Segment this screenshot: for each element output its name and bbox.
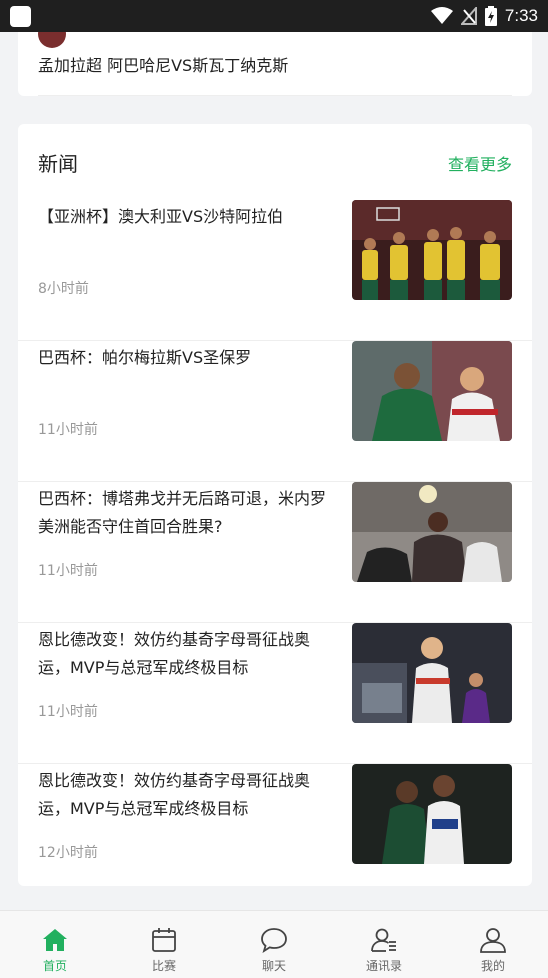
- divider: [38, 95, 512, 96]
- news-time: 11小时前: [38, 422, 98, 438]
- news-time: 12小时前: [38, 845, 98, 861]
- tab-label: 我的: [480, 959, 505, 973]
- contacts-icon: [371, 928, 396, 952]
- chat-icon: [261, 928, 287, 953]
- news-headline[interactable]: 【亚洲杯】澳大利亚VS沙特阿拉伯: [38, 203, 338, 231]
- news-headline[interactable]: 恩比德改变！效仿约基奇字母哥征战奥运，MVP与总冠军成终极目标: [38, 626, 338, 682]
- basketball-players-image[interactable]: [352, 200, 512, 300]
- news-time: 11小时前: [38, 704, 98, 720]
- tab-label: 聊天: [261, 959, 286, 973]
- battery-icon: [484, 6, 497, 26]
- tab-matches[interactable]: 比赛: [109, 911, 219, 978]
- news-time: 11小时前: [38, 563, 98, 579]
- tab-profile[interactable]: 我的: [438, 911, 548, 978]
- tab-chat[interactable]: 聊天: [219, 911, 329, 978]
- wifi-icon: [430, 7, 453, 24]
- news-headline[interactable]: 巴西杯：帕尔梅拉斯VS圣保罗: [38, 344, 338, 372]
- news-time: 8小时前: [38, 281, 89, 297]
- tab-label: 比赛: [151, 959, 176, 973]
- tab-label: 通讯录: [365, 959, 402, 973]
- basketball-match-image[interactable]: [352, 764, 512, 864]
- bottom-tab-bar: 首页 比赛 聊天 通讯录 我的: [0, 910, 548, 978]
- tab-contacts[interactable]: 通讯录: [329, 911, 439, 978]
- home-icon: [43, 929, 67, 951]
- match-card[interactable]: 孟加拉超 阿巴哈尼VS斯瓦丁纳克斯: [18, 32, 532, 96]
- section-title: 新闻: [38, 152, 78, 176]
- avatar: [38, 32, 66, 48]
- clock: 7:33: [504, 6, 538, 25]
- tab-label: 首页: [42, 959, 67, 973]
- basketball-player-image[interactable]: [352, 623, 512, 723]
- status-bar: 7:33: [0, 0, 548, 32]
- see-more-link[interactable]: 查看更多: [448, 151, 512, 175]
- news-headline[interactable]: 巴西杯：博塔弗戈并无后路可退，米内罗美洲能否守住首回合胜果?: [38, 485, 338, 541]
- news-item[interactable]: 【亚洲杯】澳大利亚VS沙特阿拉伯 8小时前: [18, 200, 532, 341]
- news-item[interactable]: 巴西杯：帕尔梅拉斯VS圣保罗 11小时前: [18, 341, 532, 482]
- profile-icon: [480, 928, 506, 953]
- app-notification-icon: [10, 6, 31, 27]
- no-signal-icon: [460, 7, 477, 25]
- news-item[interactable]: 巴西杯：博塔弗戈并无后路可退，米内罗美洲能否守住首回合胜果? 11小时前: [18, 482, 532, 623]
- news-section: 新闻 查看更多 【亚洲杯】澳大利亚VS沙特阿拉伯 8小时前 巴西杯：帕尔梅拉斯V…: [18, 124, 532, 886]
- tab-home[interactable]: 首页: [0, 911, 110, 978]
- news-headline[interactable]: 恩比德改变！效仿约基奇字母哥征战奥运，MVP与总冠军成终极目标: [38, 767, 338, 823]
- football-header-image[interactable]: [352, 482, 512, 582]
- calendar-icon: [152, 928, 176, 952]
- status-icons: 7:33: [430, 0, 538, 32]
- match-title[interactable]: 孟加拉超 阿巴哈尼VS斯瓦丁纳克斯: [38, 52, 288, 76]
- football-players-image[interactable]: [352, 341, 512, 441]
- news-item[interactable]: 恩比德改变！效仿约基奇字母哥征战奥运，MVP与总冠军成终极目标 12小时前: [18, 764, 532, 905]
- news-item[interactable]: 恩比德改变！效仿约基奇字母哥征战奥运，MVP与总冠军成终极目标 11小时前: [18, 623, 532, 764]
